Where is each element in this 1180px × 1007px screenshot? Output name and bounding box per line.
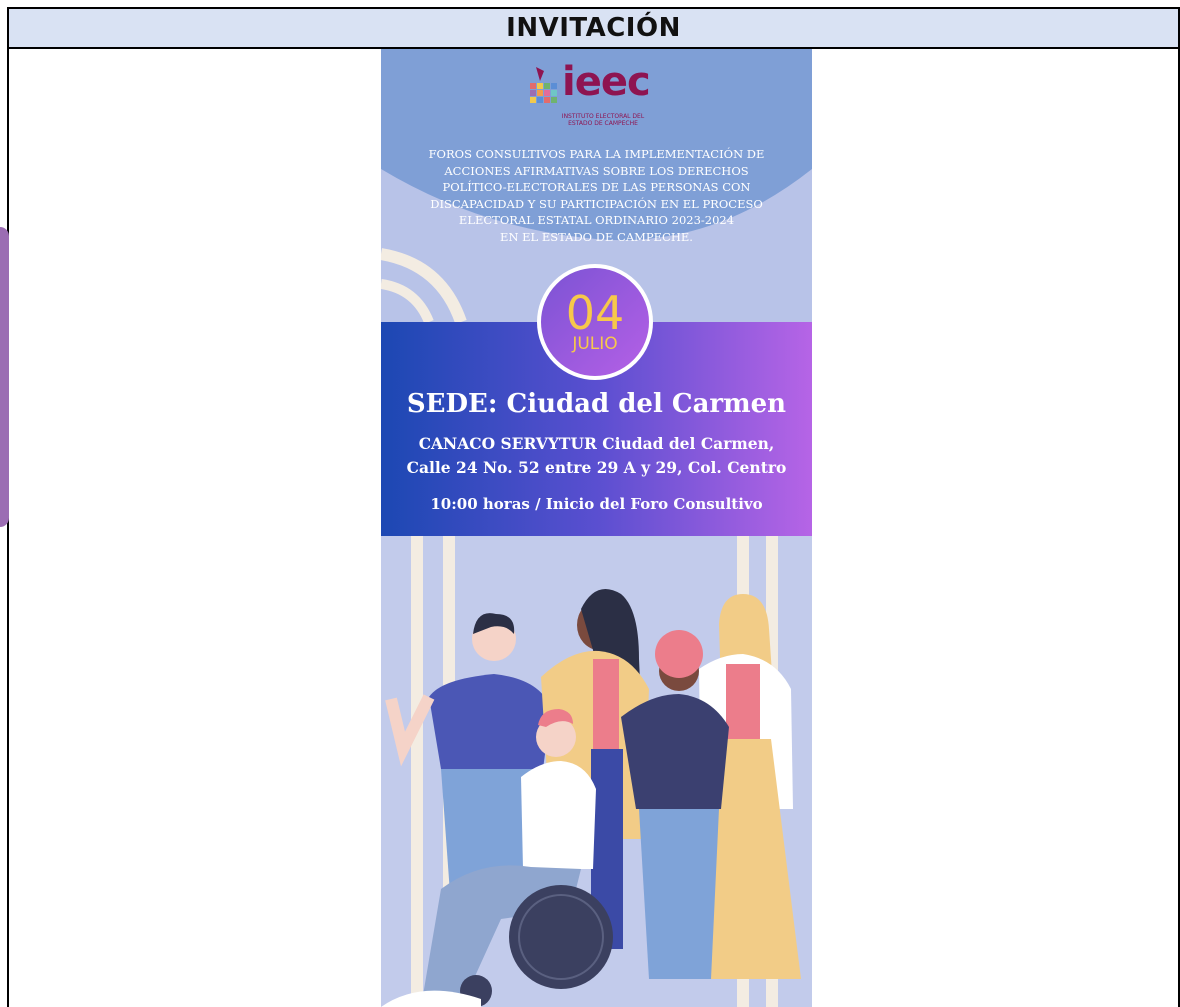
ieec-logo: ieec INSTITUTO ELECTORAL DEL ESTADO DE C…: [528, 59, 651, 135]
forum-title-line: DISCAPACIDAD Y SU PARTICIPACIÓN EN EL PR…: [430, 196, 763, 211]
forum-title-line: ELECTORAL ESTATAL ORDINARIO 2023-2024: [458, 213, 735, 227]
forum-title-line: ACCIONES AFIRMATIVAS SOBRE LOS DERECHOS: [444, 163, 749, 178]
date-badge: 04 JULIO: [537, 264, 653, 380]
logo-brand: ieec: [562, 59, 651, 105]
venue-title: SEDE: Ciudad del Carmen: [406, 389, 787, 419]
venue-address: CANACO SERVYTUR Ciudad del Carmen, Calle…: [381, 432, 812, 480]
forum-title-line: EN EL ESTADO DE CAMPECHE.: [500, 229, 693, 244]
forum-title-line: POLÍTICO-ELECTORALES DE LAS PERSONAS CON: [442, 180, 751, 194]
invitation-poster: ieec INSTITUTO ELECTORAL DEL ESTADO DE C…: [381, 49, 812, 1007]
venue-address-line: Calle 24 No. 52 entre 29 A y 29, Col. Ce…: [406, 458, 787, 477]
forum-title: FOROS CONSULTIVOS PARA LA IMPLEMENTACIÓN…: [401, 146, 792, 245]
logo-subtitle: INSTITUTO ELECTORAL DEL ESTADO DE CAMPEC…: [561, 113, 645, 127]
ballot-box-icon: [530, 67, 557, 103]
event-time: 10:00 horas / Inicio del Foro Consultivo: [430, 495, 763, 513]
header-cell: INVITACIÓN: [9, 9, 1178, 49]
forum-title-line: FOROS CONSULTIVOS PARA LA IMPLEMENTACIÓN…: [428, 147, 765, 161]
invitation-title: INVITACIÓN: [506, 13, 681, 43]
date-month: JULIO: [572, 334, 618, 354]
venue-address-line: CANACO SERVYTUR Ciudad del Carmen,: [418, 434, 775, 453]
date-day: 04: [565, 286, 625, 340]
side-decoration: [0, 227, 9, 527]
